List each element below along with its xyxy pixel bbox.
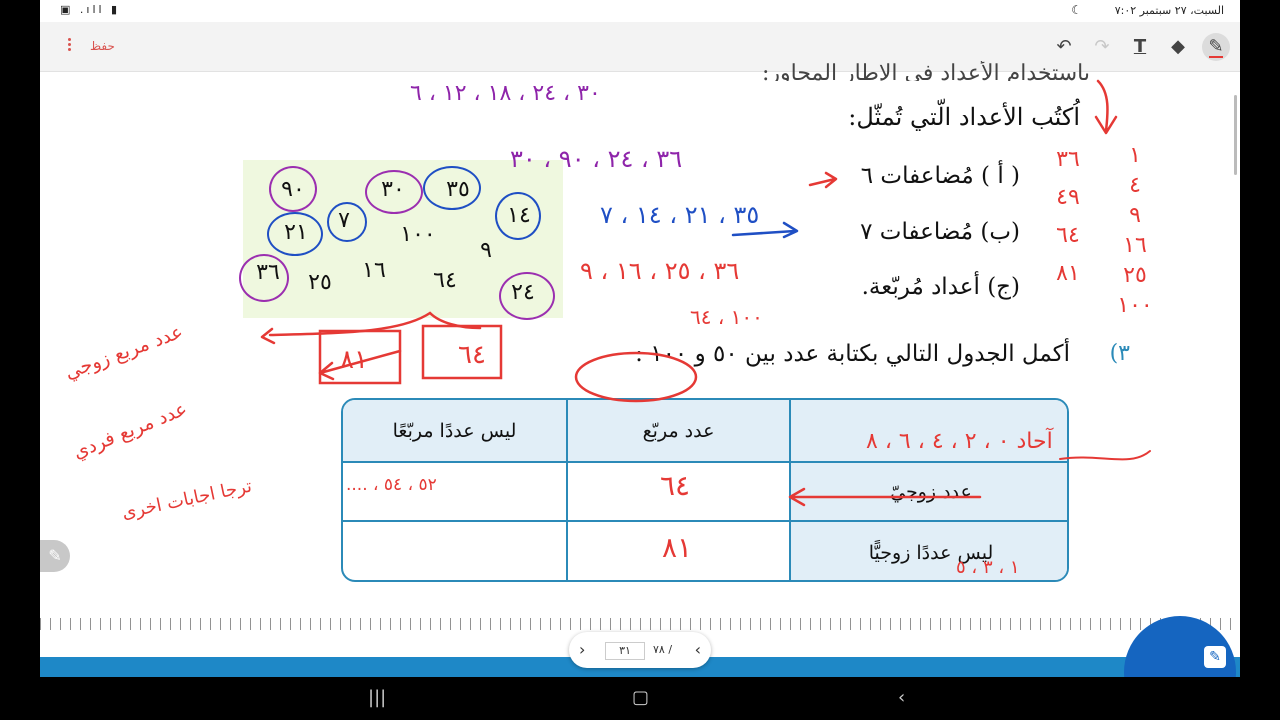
page-total: ٧٨ / — [653, 643, 673, 656]
page-ruler — [40, 618, 1240, 630]
handwriting-top-line: ٣٠ ، ٢٤ ، ١٨ ، ١٢ ، ٦ — [410, 81, 601, 106]
redo-icon[interactable]: ↷ — [1088, 33, 1116, 61]
eraser-icon[interactable]: ◆ — [1164, 33, 1192, 61]
square-item: ٨١ — [1056, 261, 1080, 286]
squares-list-2: ٣٦ ٤٩ ٦٤ ٨١ — [1040, 141, 1096, 293]
cell-even-not-square: ٥٢ ، ٥٤ ، .... — [346, 475, 437, 495]
do-not-disturb-icon: ☾ — [1071, 3, 1082, 17]
square-item: ٤٩ — [1056, 185, 1080, 210]
square-item: ١٠٠ — [1117, 293, 1153, 318]
back-icon[interactable]: ‹ — [898, 687, 905, 708]
units-digits: آحاد ٠ ، ٢ ، ٤ ، ٦ ، ٨ — [866, 429, 1053, 454]
box-1-text: ٨١ — [340, 345, 368, 375]
text-tool-icon[interactable]: T — [1126, 33, 1154, 61]
status-time: السبت، ٢٧ سبتمبر ٧:٠٢ — [1114, 4, 1224, 17]
square-item: ٦٤ — [1056, 223, 1080, 248]
cell-even-square: ٦٤ — [660, 469, 691, 502]
cell-odd-square: ٨١ — [662, 531, 693, 564]
square-item: ١ — [1129, 143, 1141, 168]
handwriting-answer-c-2: ١٠٠ ، ٦٤ — [690, 305, 763, 329]
page-number-input[interactable]: ٣١ — [605, 642, 645, 660]
square-item: ٣٦ — [1056, 147, 1080, 172]
android-nav-bar: ||| ▢ ‹ — [0, 677, 1280, 720]
undo-icon[interactable]: ↶ — [1050, 33, 1078, 61]
handwriting-answer-a: ٣٦ ، ٢٤ ، ٩٠ ، ٣٠ — [510, 145, 683, 173]
pen-icon[interactable]: ✎ — [1202, 33, 1230, 61]
next-page-icon[interactable]: › — [695, 640, 701, 659]
handwriting-answer-c: ٣٦ ، ٢٥ ، ١٦ ، ٩ — [580, 257, 740, 285]
square-item: ١٦ — [1123, 233, 1147, 258]
more-options-icon[interactable] — [66, 36, 72, 54]
odd-digits: ١ ، ٣ ، ٥ — [956, 557, 1020, 578]
square-item: ٤ — [1129, 173, 1141, 198]
square-item: ٩ — [1129, 203, 1141, 228]
recent-apps-icon[interactable]: ||| — [368, 687, 386, 708]
status-icons: ▮ ıll. ▣ — [60, 3, 121, 16]
home-icon[interactable]: ▢ — [632, 687, 649, 708]
status-bar: السبت، ٢٧ سبتمبر ٧:٠٢ ☾ ▮ ıll. ▣ — [40, 0, 1240, 22]
box-2-text: ٦٤ — [458, 340, 486, 370]
handwriting-answer-b: ٣٥ ، ٢١ ، ١٤ ، ٧ — [600, 201, 760, 229]
annotate-icon: ✎ — [1204, 646, 1226, 668]
scrollbar[interactable] — [1228, 73, 1240, 613]
prev-page-icon[interactable]: ‹ — [579, 640, 585, 659]
squares-list: ١ ٤ ٩ ١٦ ٢٥ ١٠٠ — [1110, 141, 1160, 321]
app-window: السبت، ٢٧ سبتمبر ٧:٠٢ ☾ ▮ ıll. ▣ حفظ ↶ ↷… — [40, 0, 1240, 677]
square-item: ٢٥ — [1123, 263, 1147, 288]
worksheet-page[interactable]: باستخدام الأعداد في الإطار المجاور: اُكت… — [40, 61, 1228, 677]
page-navigator: ‹ ٣١ ٧٨ / › — [569, 632, 711, 668]
save-button[interactable]: حفظ — [90, 39, 115, 53]
